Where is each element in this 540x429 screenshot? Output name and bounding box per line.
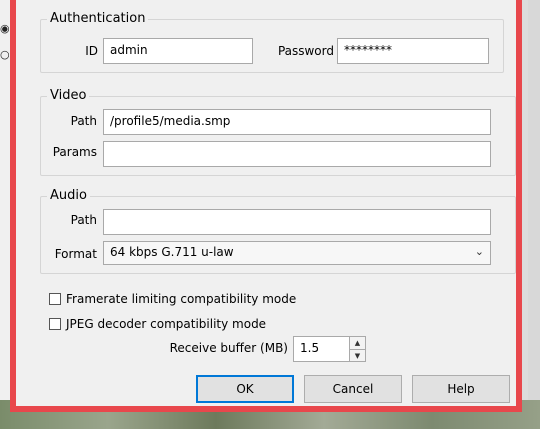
- framerate-option[interactable]: Framerate limiting compatibility mode: [49, 292, 296, 306]
- video-path-label: Path: [70, 114, 97, 128]
- video-path-field[interactable]: /profile5/media.smp: [103, 109, 491, 135]
- audio-path-label: Path: [70, 213, 97, 227]
- authentication-group-title: Authentication: [47, 11, 149, 26]
- video-group-title: Video: [47, 88, 90, 103]
- password-field[interactable]: ********: [337, 38, 489, 64]
- password-label: Password: [277, 44, 334, 58]
- audio-format-label: Format: [54, 247, 97, 261]
- audio-format-value: 64 kbps G.711 u-law: [110, 245, 234, 259]
- settings-dialog: Authentication ID admin Password *******…: [10, 0, 522, 412]
- up-arrow-icon[interactable]: ▲: [350, 337, 365, 350]
- receive-buffer-spinner[interactable]: ▲ ▼: [349, 336, 366, 362]
- jpeg-label: JPEG decoder compatibility mode: [66, 317, 267, 331]
- video-params-field[interactable]: [103, 141, 491, 167]
- jpeg-checkbox[interactable]: [49, 318, 61, 330]
- id-field[interactable]: admin: [103, 38, 253, 64]
- receive-buffer-field[interactable]: 1.5: [293, 336, 351, 362]
- receive-buffer-label: Receive buffer (MB): [169, 341, 288, 355]
- framerate-checkbox[interactable]: [49, 293, 61, 305]
- cancel-button[interactable]: Cancel: [304, 375, 402, 403]
- chevron-down-icon: ⌄: [474, 245, 484, 258]
- background-window-right: [528, 0, 540, 429]
- background-window: ◉ ○: [0, 0, 10, 429]
- ok-button[interactable]: OK: [196, 375, 294, 403]
- video-params-label: Params: [52, 145, 97, 159]
- audio-path-field[interactable]: [103, 209, 491, 235]
- audio-format-select[interactable]: 64 kbps G.711 u-law ⌄: [103, 241, 491, 265]
- framerate-label: Framerate limiting compatibility mode: [66, 292, 297, 306]
- audio-group-title: Audio: [47, 188, 90, 203]
- background-fragment: ○: [0, 48, 10, 61]
- id-label: ID: [85, 44, 98, 58]
- background-fragment: ◉: [0, 22, 10, 35]
- help-button[interactable]: Help: [412, 375, 510, 403]
- down-arrow-icon[interactable]: ▼: [350, 350, 365, 362]
- jpeg-option[interactable]: JPEG decoder compatibility mode: [49, 317, 266, 331]
